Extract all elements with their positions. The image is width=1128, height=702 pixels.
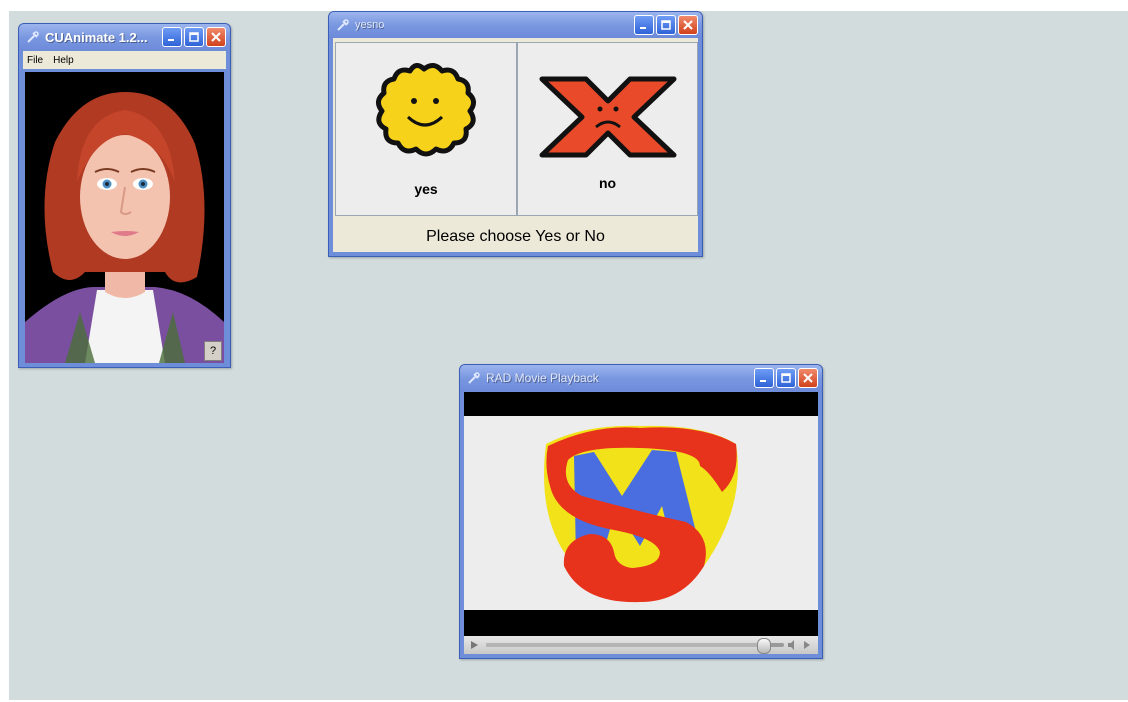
volume-icon[interactable]: [786, 639, 814, 651]
minimize-button[interactable]: [162, 27, 182, 47]
menu-help[interactable]: Help: [53, 55, 74, 66]
yesno-window: yesno yes no Please choose Yes or No: [328, 11, 703, 257]
close-button[interactable]: [206, 27, 226, 47]
minimize-icon: [760, 380, 766, 382]
rad-movie-window: RAD Movie Playback: [459, 364, 823, 659]
smiley-face-icon: [376, 63, 476, 157]
minimize-button[interactable]: [754, 368, 774, 388]
seek-thumb[interactable]: [757, 638, 772, 654]
video-area: [464, 392, 818, 654]
yesno-client: yes no Please choose Yes or No: [333, 38, 698, 252]
minimize-button[interactable]: [634, 15, 654, 35]
red-x-sad-icon: [539, 76, 677, 158]
maximize-icon: [781, 373, 791, 383]
no-choice-button[interactable]: no: [517, 42, 698, 216]
app-icon: [335, 17, 351, 33]
no-label: no: [598, 175, 617, 191]
seek-progress-fill: [486, 643, 764, 647]
minimize-icon: [168, 39, 174, 41]
yes-label: yes: [414, 181, 438, 197]
close-button[interactable]: [678, 15, 698, 35]
menu-file[interactable]: File: [27, 55, 43, 66]
close-icon: [803, 373, 813, 383]
app-icon: [466, 370, 482, 386]
maximize-button[interactable]: [776, 368, 796, 388]
seek-track[interactable]: [486, 643, 784, 647]
window-title: yesno: [355, 19, 385, 31]
window-title: CUAnimate 1.2...: [45, 29, 148, 45]
window-title: RAD Movie Playback: [486, 371, 599, 385]
maximize-button[interactable]: [656, 15, 676, 35]
play-icon[interactable]: [468, 639, 482, 651]
video-frame: [464, 416, 818, 610]
minimize-icon: [640, 27, 646, 29]
app-icon: [25, 29, 41, 45]
maximize-icon: [661, 20, 671, 30]
rad-titlebar[interactable]: RAD Movie Playback: [460, 365, 822, 391]
yesno-titlebar[interactable]: yesno: [329, 12, 702, 38]
close-button[interactable]: [798, 368, 818, 388]
avatar-viewport: ?: [25, 72, 224, 363]
avatar-face-image: [25, 92, 224, 363]
yes-choice-button[interactable]: yes: [335, 42, 517, 216]
maximize-icon: [189, 32, 199, 42]
help-button[interactable]: ?: [204, 341, 222, 361]
menubar: File Help: [23, 51, 226, 69]
seek-bar[interactable]: [464, 636, 818, 654]
shield-logo-image: [544, 425, 738, 603]
prompt-text: Please choose Yes or No: [426, 228, 605, 245]
maximize-button[interactable]: [184, 27, 204, 47]
cuanimate-titlebar[interactable]: CUAnimate 1.2...: [19, 24, 230, 50]
cuanimate-window: CUAnimate 1.2... File Help ?: [18, 23, 231, 368]
close-icon: [211, 32, 221, 42]
close-icon: [683, 20, 693, 30]
